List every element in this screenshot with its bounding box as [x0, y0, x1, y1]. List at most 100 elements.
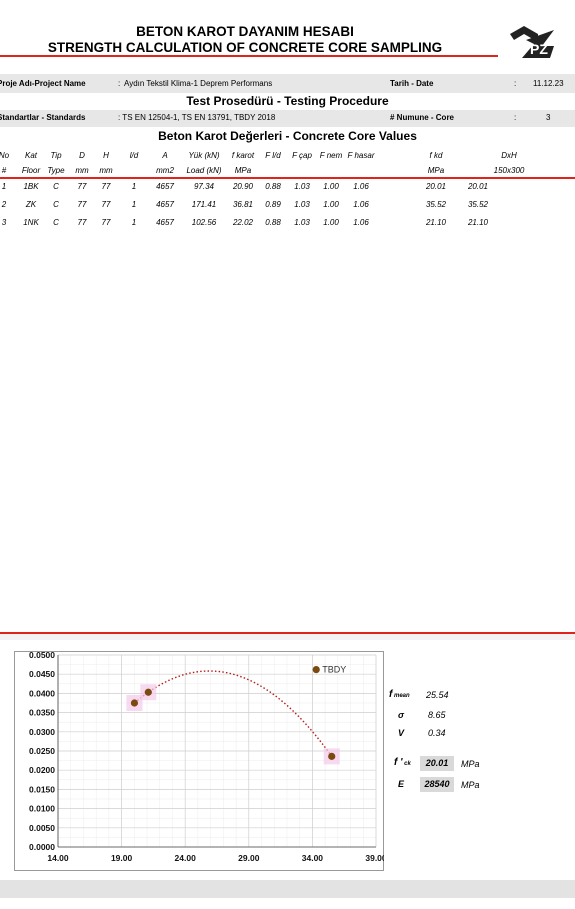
sigma-label: σ [398, 710, 404, 720]
cell-f-hasar: 1.06 [353, 182, 369, 191]
cell-f-ld: 0.88 [265, 218, 281, 227]
table-row: 3 1NK C 77 77 1 4657 102.56 22.02 0.88 1.03 1.00 1.0… [0, 218, 575, 232]
logo-text: PZ [530, 41, 548, 57]
x-tick-label: 39.00 [365, 853, 384, 863]
data-point [328, 752, 336, 760]
cell-kat: ZK [25, 200, 37, 209]
title-turkish: BETON KAROT DAYANIM HESABI [136, 24, 354, 39]
x-tick-label: 29.00 [238, 853, 260, 863]
col-f-kd-sub: MPa [427, 166, 445, 175]
date-label: Tarih - Date [390, 79, 434, 88]
cell-f-kd: 20.01 [425, 182, 447, 191]
col-d: D [79, 151, 85, 160]
cell-a: 4657 [156, 218, 174, 227]
col-f-nem: F nem [319, 151, 343, 160]
cell-f-cap: 1.03 [294, 182, 310, 191]
cell-no: 3 [1, 218, 7, 227]
chart-section-shade [0, 634, 575, 640]
cell-tip: C [53, 218, 59, 227]
project-row-bg [0, 74, 575, 93]
y-tick-label: 0.0400 [29, 688, 55, 698]
standards-label: Standartlar - Standards [0, 113, 86, 122]
cell-a: 4657 [156, 182, 174, 191]
cell-h: 77 [101, 218, 111, 227]
table-header: No Kat Tip D H l/d A Yük (kN) f karot F … [0, 148, 575, 178]
tbdy-point [312, 665, 320, 674]
cell-f-cap: 1.03 [294, 218, 310, 227]
fmean-label: f mean [389, 689, 410, 700]
project-label: Proje Adı-Project Name [0, 79, 86, 88]
col-dxh-sub: 150x300 [493, 166, 525, 175]
cell-no: 1 [1, 182, 7, 191]
y-tick-label: 0.0100 [29, 804, 55, 814]
cell-tip: C [53, 200, 59, 209]
cell-dxh: 21.10 [467, 218, 489, 227]
col-tip-sub: Type [47, 166, 65, 175]
project-colon: : [118, 79, 121, 88]
cell-dxh: 20.01 [467, 182, 489, 191]
x-tick-label: 14.00 [47, 853, 69, 863]
y-tick-label: 0.0200 [29, 765, 55, 775]
sigma-value: 8.65 [428, 710, 446, 720]
standards-value: : TS EN 12504-1, TS EN 13791, TBDY 2018 [118, 113, 276, 122]
table-row: 2 ZK C 77 77 1 4657 171.41 36.81 0.89 1.03 1.00 1.06… [0, 200, 575, 214]
core-count-value: 3 [546, 113, 551, 122]
cell-f-nem: 1.00 [323, 218, 339, 227]
cell-kat: 1NK [23, 218, 39, 227]
y-tick-label: 0.0050 [29, 823, 55, 833]
cell-ld: 1 [131, 218, 137, 227]
x-tick-label: 34.00 [302, 853, 324, 863]
fmean-value: 25.54 [426, 690, 449, 700]
col-a: A [162, 151, 168, 160]
cell-a: 4657 [156, 200, 174, 209]
cell-f-karot: 36.81 [232, 200, 254, 209]
scatter-chart: 0.0500 0.0450 0.0400 0.0350 0.0300 0.0250 0.02… [14, 650, 387, 871]
fck-label: f ' ck [394, 757, 411, 768]
col-f-karot-sub: MPa [234, 166, 252, 175]
col-tip: Tip [50, 151, 62, 160]
cell-d: 77 [77, 218, 87, 227]
col-kat: Kat [24, 151, 37, 160]
col-a-sub: mm2 [156, 166, 174, 175]
col-h-sub: mm [99, 166, 113, 175]
header-divider [0, 55, 498, 57]
cell-ld: 1 [131, 200, 137, 209]
cell-f-kd: 21.10 [425, 218, 447, 227]
procedure-title: Test Prosedürü - Testing Procedure [186, 94, 389, 108]
date-colon: : [514, 79, 517, 88]
tbdy-label: TBDY [322, 665, 346, 675]
y-tick-label: 0.0300 [29, 727, 55, 737]
v-value: 0.34 [428, 728, 446, 738]
cell-dxh: 35.52 [467, 200, 489, 209]
footer-bar [0, 880, 575, 898]
core-count-label: # Numune - Core [390, 113, 455, 122]
col-no-sub: # [1, 166, 7, 175]
cell-f-ld: 0.89 [265, 200, 281, 209]
y-tick-label: 0.0250 [29, 746, 55, 756]
col-ld: l/d [129, 151, 139, 160]
col-no: No [0, 151, 10, 160]
fck-unit: MPa [461, 759, 480, 769]
col-f-kd: f kd [429, 151, 443, 160]
v-label: V [398, 728, 405, 738]
title-english: STRENGTH CALCULATION OF CONCRETE CORE SA… [47, 40, 443, 55]
table-row: 1 1BK C 77 77 1 4657 97.34 20.90 0.88 1.03 1.00 1.06… [0, 182, 575, 196]
core-count-colon: : [514, 113, 517, 122]
cell-f-karot: 20.90 [232, 182, 254, 191]
cell-f-kd: 35.52 [425, 200, 447, 209]
x-tick-label: 19.00 [111, 853, 133, 863]
col-h: H [103, 151, 109, 160]
cell-kat: 1BK [23, 182, 39, 191]
data-point [130, 699, 139, 707]
e-value: 28540 [420, 777, 454, 792]
cell-h: 77 [101, 182, 111, 191]
col-f-cap: F çap [292, 151, 312, 160]
cell-f-cap: 1.03 [294, 200, 310, 209]
cell-f-nem: 1.00 [323, 200, 339, 209]
cell-d: 77 [77, 200, 87, 209]
cell-tip: C [53, 182, 59, 191]
cell-h: 77 [101, 200, 111, 209]
col-dxh: DxH [501, 151, 517, 160]
standards-row-bg [0, 110, 575, 127]
x-tick-label: 24.00 [175, 853, 197, 863]
